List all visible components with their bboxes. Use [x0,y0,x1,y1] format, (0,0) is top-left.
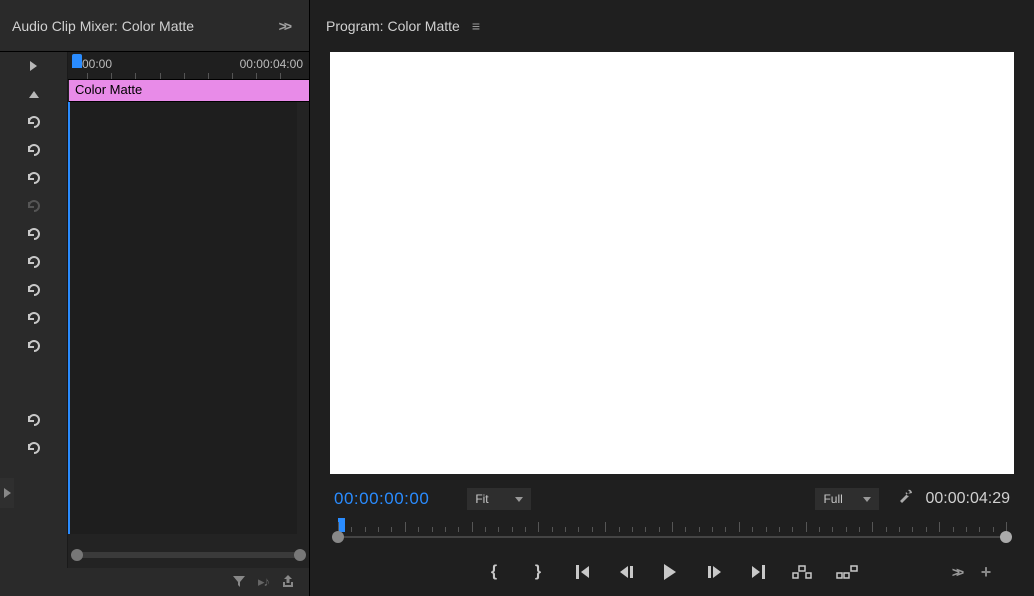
mixer-timeline: 00:00 00:00:04:00 Color Matte [68,52,309,568]
clip-color-matte[interactable]: Color Matte [69,80,309,102]
chevron-down-icon [863,497,871,502]
program-monitor-panel: Program: Color Matte ≡ 00:00:00:00 Fit F… [310,0,1034,596]
extract-button[interactable] [836,562,860,582]
track-bypass-2[interactable] [0,136,67,164]
step-forward-button[interactable] [704,562,724,582]
program-header: Program: Color Matte ≡ [310,0,1034,52]
track-bypass-4 [0,192,67,220]
step-back-button[interactable] [616,562,636,582]
filter-icon[interactable] [232,574,246,591]
ruler-end-label: 00:00:04:00 [240,57,303,71]
track-bypass-8[interactable] [0,304,67,332]
video-monitor[interactable] [330,52,1014,474]
audio-mixer-title: Audio Clip Mixer: Color Matte [12,18,194,34]
play-button[interactable] [660,562,680,582]
bypass-icon [25,171,43,185]
scrub-bar[interactable] [330,516,1014,554]
bypass-icon [25,255,43,269]
audio-mixer-header: Audio Clip Mixer: Color Matte >> [0,0,309,52]
go-to-in-button[interactable] [572,562,592,582]
mini-scrollbar[interactable] [74,552,303,558]
track-bypass-10[interactable] [0,406,67,434]
export-icon[interactable] [281,574,295,591]
bypass-icon [25,199,43,213]
play-icon [30,61,37,71]
button-editor-more-icon[interactable]: >> [946,562,966,582]
transport-controls: { } >> + [330,554,1014,596]
playhead-icon[interactable] [72,54,82,68]
bypass-icon [25,413,43,427]
audio-clip-mixer-panel: Audio Clip Mixer: Color Matte >> 00:00 0… [0,0,310,596]
track-bypass-5[interactable] [0,220,67,248]
zoom-dropdown[interactable]: Fit [467,488,531,510]
clip-label: Color Matte [75,82,142,97]
mark-in-button[interactable]: { [484,562,504,582]
ruler-start-label: 00:00 [82,57,112,71]
track-bypass-9[interactable] [0,332,67,360]
scrub-ticks [338,522,1006,534]
scrub-knob-right[interactable] [1000,531,1012,543]
settings-wrench-icon[interactable] [897,488,915,510]
bypass-icon [25,283,43,297]
bypass-icon [25,115,43,129]
bypass-icon [25,339,43,353]
track-bypass-3[interactable] [0,164,67,192]
go-to-out-button[interactable] [748,562,768,582]
scrub-track [338,536,1006,538]
scrub-knob-left[interactable] [332,531,344,543]
monitor-info-row: 00:00:00:00 Fit Full 00:00:04:29 [330,482,1014,516]
play-icon [664,564,676,580]
chevron-up-icon [29,91,39,98]
time-ruler[interactable]: 00:00 00:00:04:00 [68,52,309,80]
play-toggle[interactable] [0,52,67,80]
mark-out-button[interactable]: } [528,562,548,582]
zoom-label: Fit [475,492,488,506]
bypass-icon [25,227,43,241]
track-bypass-1[interactable] [0,108,67,136]
monitor-area: 00:00:00:00 Fit Full 00:00:04:29 [310,52,1034,596]
panel-menu-icon[interactable]: ≡ [472,18,480,34]
quality-label: Full [823,492,842,506]
bypass-icon [25,143,43,157]
lift-button[interactable] [792,562,812,582]
chevron-down-icon [515,497,523,502]
bypass-icon [25,311,43,325]
quality-dropdown[interactable]: Full [815,488,879,510]
chevron-right-icon [4,488,11,498]
scroll-knob-left[interactable] [71,549,83,561]
audio-mixer-body: 00:00 00:00:04:00 Color Matte [0,52,309,568]
expand-tab[interactable] [0,478,14,508]
track-bypass-7[interactable] [0,276,67,304]
panel-more-icon[interactable]: >> [279,18,289,34]
scroll-knob-right[interactable] [294,549,306,561]
program-title: Program: Color Matte [326,18,460,34]
collapse-toggle[interactable] [0,80,67,108]
ruler-ticks [68,71,309,79]
track-bypass-11[interactable] [0,434,67,462]
write-keyframes-icon[interactable]: ▸♪ [258,574,269,590]
export-frame-button[interactable]: + [976,562,996,582]
mixer-footer-tools: ▸♪ [0,568,309,596]
track-bypass-6[interactable] [0,248,67,276]
bypass-icon [25,441,43,455]
track-body[interactable] [68,102,297,534]
timecode-duration: 00:00:04:29 [925,490,1010,508]
timecode-current[interactable]: 00:00:00:00 [334,489,429,509]
